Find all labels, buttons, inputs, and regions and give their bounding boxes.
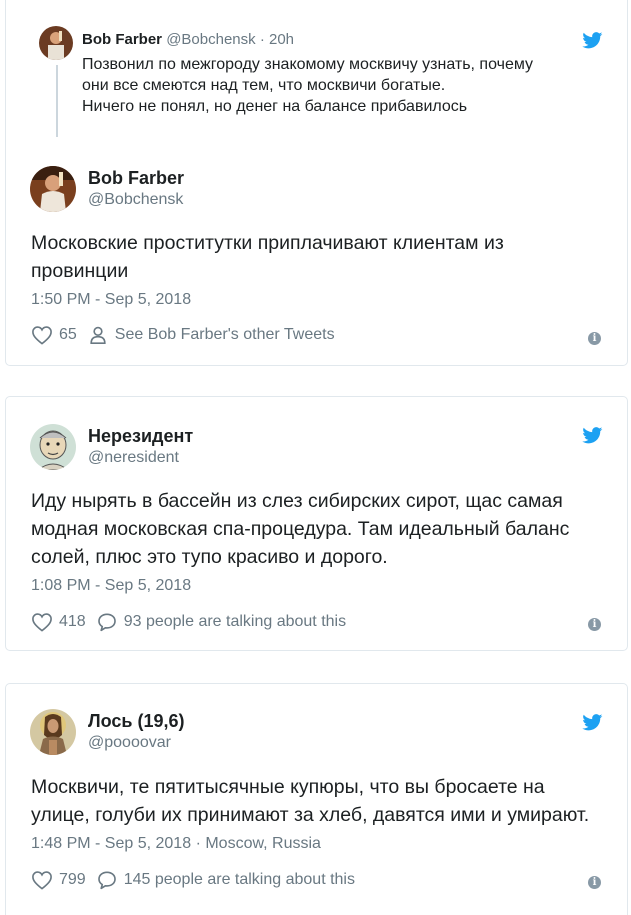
tweet-timestamp[interactable]: 1:08 PM - Sep 5, 2018 <box>31 577 191 595</box>
quote-author-name[interactable]: Bob Farber <box>82 31 162 48</box>
tweet-text-line: Иду нырять в бассейн из слез сибирских с… <box>31 490 563 512</box>
heart-icon[interactable] <box>31 325 53 345</box>
author-avatar[interactable] <box>30 709 76 755</box>
tweet-text: Иду нырять в бассейн из слез сибирских с… <box>31 487 621 571</box>
speech-bubble-icon[interactable] <box>96 612 118 632</box>
tweet-card-3: Лось (19,6) @poooovar Москвичи, те пятит… <box>5 683 628 915</box>
info-icon[interactable]: i <box>588 332 601 345</box>
tweet-text-line: провинции <box>31 260 129 282</box>
twitter-bird-icon[interactable] <box>582 427 603 444</box>
tweet-text-line: Московские проститутки приплачивают клие… <box>31 232 504 254</box>
tweet-timestamp[interactable]: 1:50 PM - Sep 5, 2018 <box>31 291 191 309</box>
quote-header: Bob Farber @Bobchensk · 20h <box>82 31 294 48</box>
tweet-actions: 418 93 people are talking about this <box>31 612 346 632</box>
quote-time[interactable]: 20h <box>269 31 294 48</box>
person-icon[interactable] <box>87 325 109 345</box>
tweet-text-line: модная московская спа-процедура. Там иде… <box>31 518 570 540</box>
talking-about-link[interactable]: 93 people are talking about this <box>124 613 346 631</box>
tweet-text: Москвичи, те пятитысячные купюры, что вы… <box>31 773 621 829</box>
like-count[interactable]: 65 <box>59 326 77 344</box>
author-name[interactable]: Нерезидент <box>88 426 193 447</box>
tweet-timestamp[interactable]: 1:48 PM - Sep 5, 2018 <box>31 835 191 852</box>
quote-avatar[interactable] <box>39 26 73 60</box>
info-icon[interactable]: i <box>588 618 601 631</box>
tweet-card-1: Bob Farber @Bobchensk · 20h Позвонил по … <box>5 0 628 366</box>
tweet-text: Московские проститутки приплачивают клие… <box>31 229 621 285</box>
quote-author-handle[interactable]: @Bobchensk <box>166 31 255 48</box>
author-name[interactable]: Bob Farber <box>88 168 184 189</box>
author-handle[interactable]: @neresident <box>88 449 179 467</box>
tweet-meta: 1:48 PM - Sep 5, 2018 · Moscow, Russia <box>31 835 321 853</box>
author-handle[interactable]: @Bobchensk <box>88 191 183 209</box>
author-avatar[interactable] <box>30 166 76 212</box>
quote-text: Позвонил по межгороду знакомому москвичу… <box>82 54 602 117</box>
location-separator: · <box>195 835 201 852</box>
tweet-text-line: Москвичи, те пятитысячные купюры, что вы… <box>31 776 545 798</box>
quote-text-line: они все смеются над тем, что москвичи бо… <box>82 77 446 94</box>
twitter-bird-icon[interactable] <box>582 714 603 731</box>
tweet-actions: 799 145 people are talking about this <box>31 870 355 890</box>
tweet-actions: 65 See Bob Farber's other Tweets <box>31 325 335 345</box>
quote-thread-line <box>56 65 58 137</box>
quote-text-line: Ничего не понял, но денег на балансе при… <box>82 98 468 115</box>
twitter-bird-icon[interactable] <box>582 32 603 49</box>
speech-bubble-icon[interactable] <box>96 870 118 890</box>
info-icon[interactable]: i <box>588 876 601 889</box>
talking-about-link[interactable]: 145 people are talking about this <box>124 871 355 889</box>
like-count[interactable]: 418 <box>59 613 86 631</box>
see-other-tweets-link[interactable]: See Bob Farber's other Tweets <box>115 326 335 344</box>
tweet-location[interactable]: Moscow, Russia <box>205 835 321 852</box>
heart-icon[interactable] <box>31 612 53 632</box>
tweet-text-line: солей, плюс это тупо красиво и дорого. <box>31 546 388 568</box>
tweet-text-line: улице, голуби их принимают за хлеб, давя… <box>31 804 590 826</box>
author-handle[interactable]: @poooovar <box>88 734 171 752</box>
author-name[interactable]: Лось (19,6) <box>88 711 185 732</box>
quote-separator: · <box>259 31 265 48</box>
quote-text-line: Позвонил по межгороду знакомому москвичу… <box>82 56 534 73</box>
tweet-card-2: Нерезидент @neresident Иду нырять в басс… <box>5 396 628 651</box>
like-count[interactable]: 799 <box>59 871 86 889</box>
heart-icon[interactable] <box>31 870 53 890</box>
author-avatar[interactable] <box>30 424 76 470</box>
